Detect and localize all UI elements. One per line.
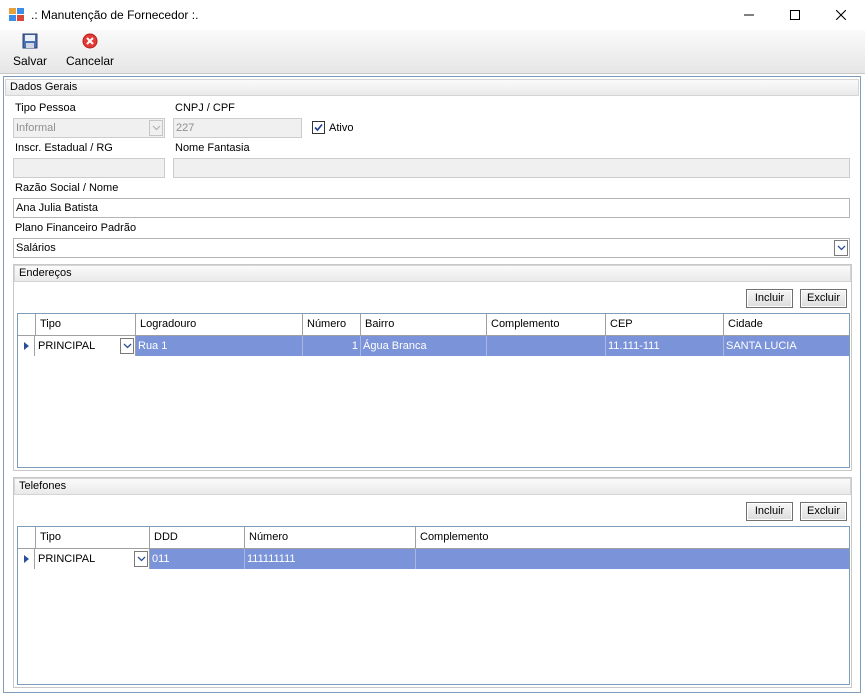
row-pointer-icon (23, 342, 29, 350)
col-cep[interactable]: CEP (606, 314, 724, 336)
telefones-grid-header: Tipo DDD Número Complemento (18, 527, 849, 549)
razao-input[interactable]: Ana Julia Batista (13, 198, 850, 218)
ativo-checkbox[interactable] (312, 121, 325, 134)
fantasia-input[interactable] (173, 158, 850, 178)
cancel-icon (82, 33, 98, 49)
telefones-header: Telefones (14, 478, 851, 495)
minimize-button[interactable] (726, 0, 772, 30)
cell-bairro[interactable]: Água Branca (361, 336, 487, 356)
col-complemento[interactable]: Complemento (487, 314, 606, 336)
check-icon (314, 123, 323, 132)
ativo-label: Ativo (329, 121, 354, 134)
telefones-grid[interactable]: Tipo DDD Número Complemento PRINCIPAL 01… (17, 526, 850, 685)
plano-value: Salários (16, 242, 56, 254)
close-button[interactable] (818, 0, 864, 30)
cnpj-value: 227 (176, 122, 195, 134)
cell-complemento[interactable] (416, 549, 849, 569)
cancel-button[interactable]: Cancelar (66, 33, 114, 68)
col-numero[interactable]: Número (303, 314, 361, 336)
minimize-icon (744, 14, 754, 16)
cell-tipo-combo[interactable]: PRINCIPAL (36, 549, 150, 569)
col-numero[interactable]: Número (245, 527, 416, 549)
row-header-corner (18, 314, 36, 336)
row-pointer-icon (23, 555, 29, 563)
cell-tipo: PRINCIPAL (38, 553, 96, 565)
telefones-group: Telefones Incluir Excluir Tipo DDD Númer… (13, 477, 852, 688)
col-tipo[interactable]: Tipo (36, 527, 150, 549)
dados-gerais-header: Dados Gerais (5, 79, 859, 96)
maximize-button[interactable] (772, 0, 818, 30)
row-header-corner (18, 527, 36, 549)
cell-ddd[interactable]: 011 (150, 549, 245, 569)
chevron-down-icon[interactable] (134, 551, 148, 567)
app-icon (9, 8, 25, 22)
cell-cidade[interactable]: SANTA LUCIA (724, 336, 849, 356)
cancel-label: Cancelar (66, 54, 115, 68)
cell-cep[interactable]: 11.111-111 (606, 336, 724, 356)
chevron-down-icon[interactable] (120, 338, 134, 354)
save-icon (22, 33, 38, 49)
table-row[interactable]: PRINCIPAL 011 111111111 (18, 549, 849, 569)
razao-value: Ana Julia Batista (16, 202, 98, 214)
row-indicator (18, 549, 35, 569)
main-panel: Dados Gerais Tipo Pessoa Informal CNPJ /… (3, 76, 861, 693)
cell-tipo: PRINCIPAL (38, 340, 96, 352)
col-ddd[interactable]: DDD (150, 527, 245, 549)
cell-numero[interactable]: 111111111 (245, 549, 416, 569)
window-title: .: Manutenção de Fornecedor :. (31, 8, 199, 22)
save-button[interactable]: Salvar (13, 33, 47, 68)
chevron-down-icon[interactable] (834, 240, 848, 256)
col-tipo[interactable]: Tipo (36, 314, 136, 336)
tipo-pessoa-value: Informal (16, 122, 56, 134)
row-indicator (18, 336, 35, 356)
plano-label: Plano Financeiro Padrão (15, 222, 137, 234)
razao-label: Razão Social / Nome (15, 182, 119, 194)
col-bairro[interactable]: Bairro (361, 314, 487, 336)
enderecos-grid-header: Tipo Logradouro Número Bairro Complement… (18, 314, 849, 336)
enderecos-include-button[interactable]: Incluir (746, 289, 793, 308)
inscr-label: Inscr. Estadual / RG (15, 142, 113, 154)
inscr-input[interactable] (13, 158, 165, 178)
col-logradouro[interactable]: Logradouro (136, 314, 303, 336)
enderecos-delete-button[interactable]: Excluir (800, 289, 847, 308)
toolbar: Salvar Cancelar (0, 30, 865, 74)
title-bar[interactable]: .: Manutenção de Fornecedor :. (0, 0, 865, 30)
enderecos-group: Endereços Incluir Excluir Tipo Logradour… (13, 264, 852, 471)
close-icon (836, 10, 846, 20)
save-label: Salvar (13, 54, 48, 68)
col-complemento[interactable]: Complemento (416, 527, 849, 549)
cnpj-label: CNPJ / CPF (175, 102, 235, 114)
col-cidade[interactable]: Cidade (724, 314, 849, 336)
table-row[interactable]: PRINCIPAL Rua 1 1 Água Branca 11.111-111… (18, 336, 849, 356)
cell-complemento[interactable] (487, 336, 606, 356)
enderecos-header: Endereços (14, 265, 851, 282)
plano-select[interactable]: Salários (13, 238, 850, 258)
telefones-delete-button[interactable]: Excluir (800, 502, 847, 521)
chevron-down-icon (149, 120, 163, 136)
tipo-pessoa-select[interactable]: Informal (13, 118, 165, 138)
cell-logradouro[interactable]: Rua 1 (136, 336, 303, 356)
enderecos-grid[interactable]: Tipo Logradouro Número Bairro Complement… (17, 313, 850, 468)
telefones-include-button[interactable]: Incluir (746, 502, 793, 521)
cell-numero[interactable]: 1 (303, 336, 361, 356)
fantasia-label: Nome Fantasia (175, 142, 250, 154)
cnpj-input[interactable]: 227 (173, 118, 302, 138)
tipo-pessoa-label: Tipo Pessoa (15, 102, 76, 114)
maximize-icon (790, 10, 800, 20)
cell-tipo-combo[interactable]: PRINCIPAL (36, 336, 136, 356)
ativo-checkbox-row[interactable]: Ativo (312, 121, 353, 134)
